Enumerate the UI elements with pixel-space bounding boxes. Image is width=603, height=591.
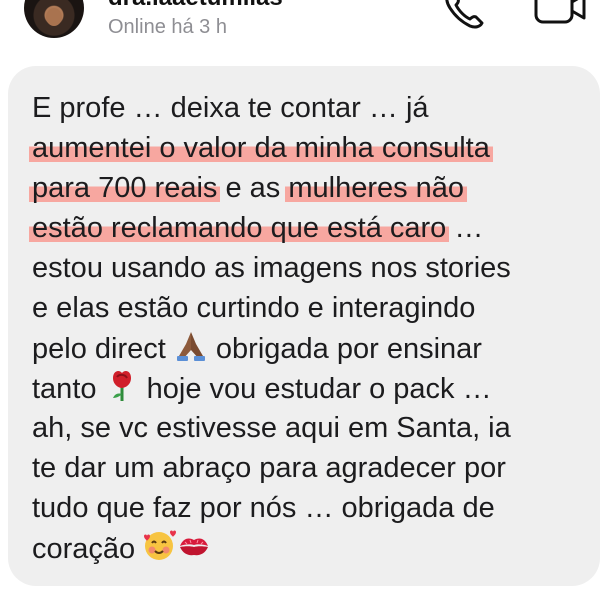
message-line: aumentei o valor da minha consulta bbox=[29, 128, 592, 168]
message-line: estão reclamando que está caro … bbox=[29, 208, 592, 248]
message-line-text: ah, se vc estivesse aqui em Santa, ia bbox=[32, 412, 511, 444]
phone-icon[interactable] bbox=[440, 0, 486, 30]
kiss-mark-emoji bbox=[177, 528, 211, 562]
smiling-face-with-hearts-emoji bbox=[143, 528, 177, 562]
message-line-text: … bbox=[446, 212, 484, 244]
message-line: te dar um abraço para agradecer por bbox=[32, 448, 592, 488]
message-line-text: te dar um abraço para agradecer por bbox=[32, 452, 506, 484]
folded-hands-emoji bbox=[174, 328, 208, 362]
message-line: E profe … deixa te contar … já bbox=[32, 88, 592, 128]
message-line-text: pelo direct bbox=[32, 333, 174, 365]
message-line: ah, se vc estivesse aqui em Santa, ia bbox=[32, 408, 592, 448]
message-line: coração bbox=[32, 528, 592, 568]
message-line: pelo direct obrigada por ensinar bbox=[32, 328, 592, 368]
highlighted-text: mulheres não bbox=[285, 172, 468, 204]
username[interactable]: dra.iaaetumiias bbox=[108, 0, 283, 12]
highlighted-text: para 700 reais bbox=[29, 172, 221, 204]
message-line: tanto hoje vou estudar o pack … bbox=[32, 368, 592, 408]
message-line-text: obrigada por ensinar bbox=[207, 333, 482, 365]
message-line-text: e as bbox=[217, 172, 289, 204]
highlighted-text: estão reclamando que está caro bbox=[29, 212, 450, 244]
message-line: para 700 reais e as mulheres não bbox=[29, 168, 592, 208]
avatar[interactable] bbox=[24, 0, 84, 38]
highlighted-text: aumentei o valor da minha consulta bbox=[29, 132, 493, 164]
message-line-text: tanto bbox=[32, 373, 105, 405]
rose-emoji bbox=[105, 368, 139, 402]
message-text: E profe … deixa te contar … já aumentei … bbox=[29, 88, 592, 568]
message-line-text: E profe … deixa te contar … já bbox=[32, 92, 429, 124]
chat-header: dra.iaaetumiias Online há 3 h bbox=[0, 0, 603, 62]
message-line-text: coração bbox=[32, 533, 144, 565]
message-line-text: hoje vou estudar o pack … bbox=[138, 373, 492, 405]
avatar-face bbox=[46, 8, 62, 26]
online-status: Online há 3 h bbox=[108, 16, 227, 38]
video-camera-icon[interactable] bbox=[532, 0, 586, 28]
message-line: e elas estão curtindo e interagindo bbox=[32, 288, 592, 328]
message-line: tudo que faz por nós … obrigada de bbox=[32, 488, 592, 528]
message-line-text: tudo que faz por nós … obrigada de bbox=[32, 492, 495, 524]
message-line-text: e elas estão curtindo e interagindo bbox=[32, 292, 476, 324]
message-line-text: estou usando as imagens nos stories bbox=[32, 252, 511, 284]
message-line: estou usando as imagens nos stories bbox=[32, 248, 592, 288]
